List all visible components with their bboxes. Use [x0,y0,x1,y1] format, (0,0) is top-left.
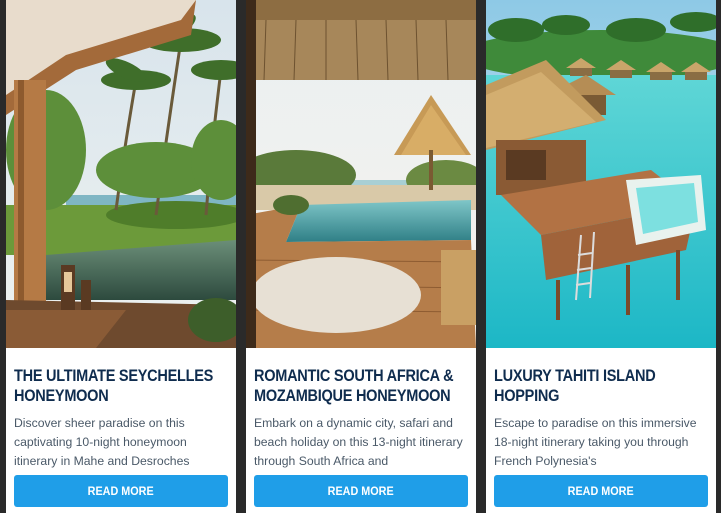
mozambique-beach-pool-photo[interactable] [246,0,476,348]
card-description: Escape to paradise on this immersive 18-… [494,416,697,468]
card-title[interactable]: LUXURY TAHITI ISLAND HOPPING [494,366,708,406]
seychelles-villa-pool-photo[interactable] [6,0,236,348]
tour-card[interactable]: ROMANTIC SOUTH AFRICA & MOZAMBIQUE HONEY… [246,0,476,513]
tour-card[interactable]: LUXURY TAHITI ISLAND HOPPING Escape to p… [486,0,716,513]
tour-card[interactable]: THE ULTIMATE SEYCHELLES HONEYMOON Discov… [6,0,236,513]
card-title[interactable]: THE ULTIMATE SEYCHELLES HONEYMOON [14,366,228,406]
read-more-label: READ MORE [87,484,155,498]
read-more-label: READ MORE [567,484,635,498]
read-more-label: READ MORE [327,484,395,498]
card-description: Embark on a dynamic city, safari and bea… [254,416,463,468]
card-description: Discover sheer paradise on this captivat… [14,416,190,468]
read-more-button[interactable]: READ MORE [14,475,228,507]
card-title[interactable]: ROMANTIC SOUTH AFRICA & MOZAMBIQUE HONEY… [254,366,468,406]
read-more-button[interactable]: READ MORE [494,475,708,507]
read-more-button[interactable]: READ MORE [254,475,468,507]
tahiti-overwater-bungalow-photo[interactable] [486,0,716,348]
